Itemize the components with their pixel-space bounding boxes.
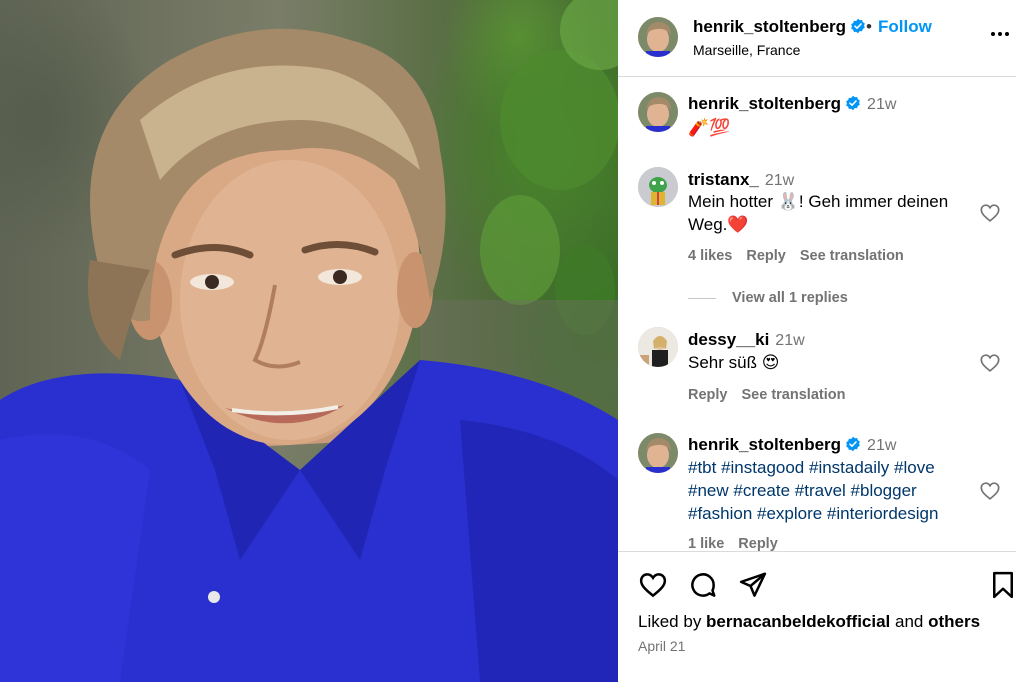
author-username[interactable]: henrik_stoltenberg (693, 17, 866, 37)
post-sidebar: henrik_stoltenberg • Follow Marseille, F… (618, 0, 1016, 682)
comment-text: Mein hotter 🐰! Geh immer deinen Weg.❤️ (688, 192, 949, 234)
reply-button[interactable]: Reply (746, 248, 786, 264)
comment-text: 🧨💯 (688, 118, 731, 137)
follow-button[interactable]: Follow (878, 17, 932, 37)
comment-actions: 1 like Reply (688, 536, 792, 551)
comment-actions: Reply See translation (688, 387, 859, 403)
commenter-avatar[interactable] (638, 92, 678, 132)
comment-timestamp[interactable]: 21w (775, 332, 804, 349)
comment-username[interactable]: henrik_stoltenberg 21w (688, 94, 896, 114)
comment-icon[interactable] (688, 570, 718, 600)
commenter-avatar[interactable] (638, 167, 678, 207)
author-username-text[interactable]: henrik_stoltenberg (693, 17, 846, 36)
commenter-avatar[interactable] (638, 433, 678, 473)
liked-by-text: Liked by bernacanbeldekofficial and othe… (638, 612, 980, 632)
comment-timestamp[interactable]: 21w (765, 172, 794, 189)
commenter-avatar[interactable] (638, 327, 678, 367)
liked-by-others[interactable]: others (928, 612, 980, 631)
post-date[interactable]: April 21 (638, 638, 685, 654)
comment-username[interactable]: dessy__ki 21w (688, 330, 805, 350)
reply-button[interactable]: Reply (738, 536, 778, 551)
verified-badge-icon (846, 95, 860, 111)
comment-timestamp[interactable]: 21w (867, 437, 896, 454)
replies-divider (688, 297, 716, 299)
comment-username-text[interactable]: henrik_stoltenberg (688, 435, 841, 454)
comment-username-text[interactable]: henrik_stoltenberg (688, 94, 841, 113)
post-actions: Liked by bernacanbeldekofficial and othe… (618, 551, 1016, 682)
share-icon[interactable] (738, 570, 768, 600)
comment-username-text[interactable]: tristanx_ (688, 170, 759, 189)
see-translation-button[interactable]: See translation (742, 387, 846, 403)
comment-username-text[interactable]: dessy__ki (688, 330, 769, 349)
comment-likes-count[interactable]: 1 like (688, 536, 724, 551)
verified-badge-icon (851, 18, 865, 34)
comment-username[interactable]: henrik_stoltenberg 21w (688, 435, 896, 455)
comment-heart-icon[interactable] (979, 480, 1001, 502)
post-photo[interactable] (0, 0, 618, 682)
see-translation-button[interactable]: See translation (800, 248, 904, 264)
comment-timestamp[interactable]: 21w (867, 96, 896, 113)
post-header: henrik_stoltenberg • Follow Marseille, F… (618, 0, 1016, 77)
liked-by-and: and (890, 612, 929, 631)
author-avatar[interactable] (638, 17, 678, 57)
comment-likes-count[interactable]: 4 likes (688, 248, 732, 264)
liked-by-prefix: Liked by (638, 612, 707, 631)
view-replies-label[interactable]: View all 1 replies (732, 290, 848, 306)
view-replies-button[interactable]: View all 1 replies (688, 290, 848, 306)
comment-text: Sehr süß 😍 (688, 353, 780, 372)
comment-heart-icon[interactable] (979, 352, 1001, 374)
separator-dot: • (866, 17, 872, 36)
reply-button[interactable]: Reply (688, 387, 728, 403)
heart-icon[interactable] (638, 570, 668, 600)
liked-by-user[interactable]: bernacanbeldekofficial (706, 612, 890, 631)
verified-badge-icon (846, 436, 860, 452)
comment-hashtags[interactable]: #tbt #instagood #instadaily #love #new #… (688, 456, 968, 525)
bookmark-icon[interactable] (988, 570, 1016, 600)
more-options-icon[interactable] (988, 22, 1012, 46)
post-location[interactable]: Marseille, France (693, 42, 800, 58)
comment-actions: 4 likes Reply See translation (688, 248, 918, 264)
comment-heart-icon[interactable] (979, 202, 1001, 224)
comment-username[interactable]: tristanx_ 21w (688, 170, 794, 190)
comments-list[interactable]: henrik_stoltenberg 21w 🧨💯 tristanx_ 21w Me… (618, 77, 1016, 551)
portrait-image (0, 0, 618, 682)
